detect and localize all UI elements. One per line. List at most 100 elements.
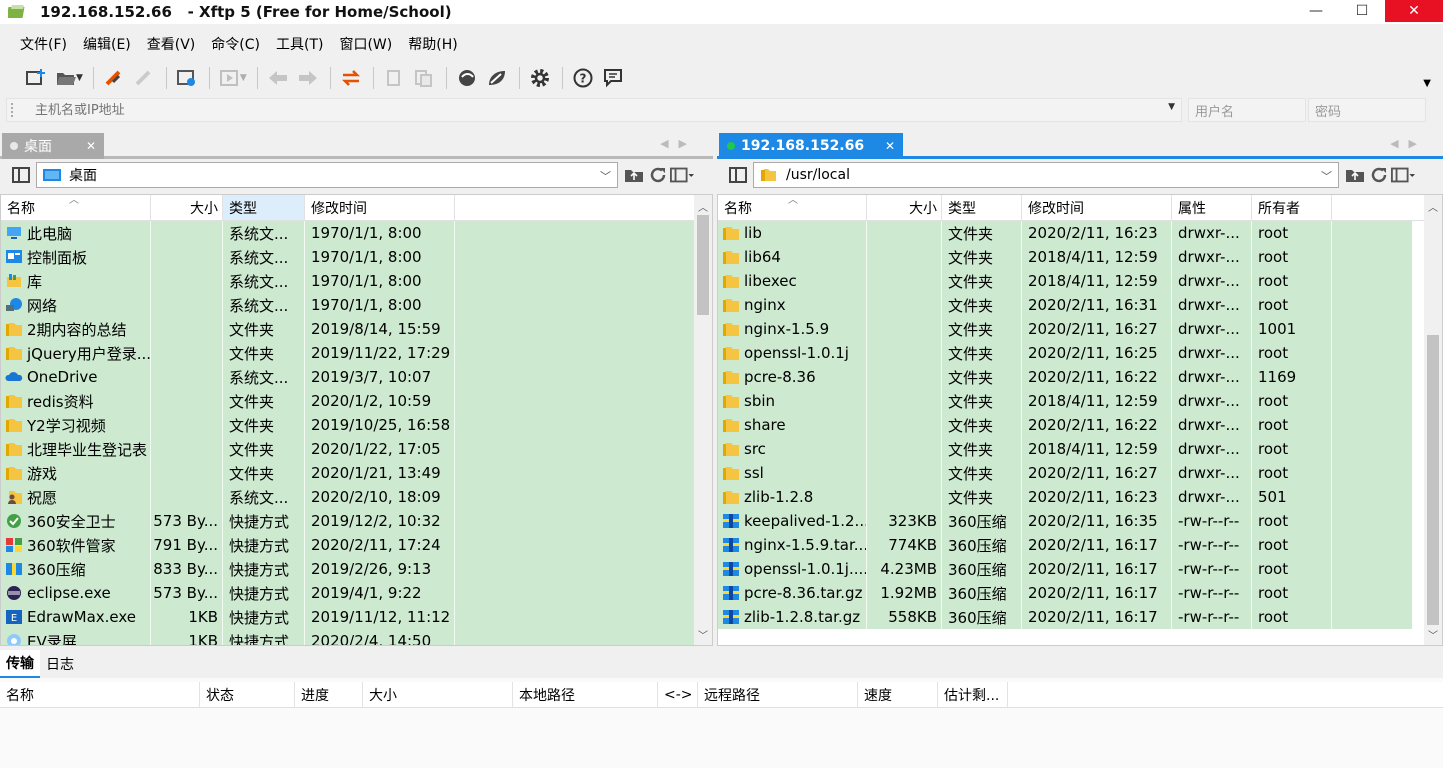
scroll-up-arrow[interactable]: ︿ (694, 197, 712, 215)
remote-path-combobox[interactable]: /usr/local ﹀ (753, 162, 1339, 188)
tab-local-desktop[interactable]: 桌面 ✕ (2, 133, 104, 159)
paste-button[interactable] (410, 64, 438, 92)
file-row[interactable]: ssl 文件夹 2020/2/11, 16:27 drwxr-... root (718, 461, 1412, 485)
file-row[interactable]: 网络 系统文... 1970/1/1, 8:00 (1, 293, 694, 317)
disconnect-button[interactable] (130, 64, 158, 92)
host-input[interactable] (35, 102, 1135, 118)
column-header-remote-path[interactable]: 远程路径 (698, 682, 858, 707)
column-header-eta[interactable]: 估计剩... (938, 682, 1008, 707)
file-row[interactable]: redis资料 文件夹 2020/1/2, 10:59 (1, 389, 694, 413)
column-header-size[interactable]: 大小 (363, 682, 513, 707)
local-path-combobox[interactable]: 桌面 ﹀ (36, 162, 618, 188)
scroll-thumb[interactable] (1427, 335, 1439, 625)
column-header-size[interactable]: 大小 (151, 195, 223, 220)
close-button[interactable]: ✕ (1385, 0, 1443, 22)
file-row[interactable]: lib 文件夹 2020/2/11, 16:23 drwxr-... root (718, 221, 1412, 245)
session-properties-button[interactable] (173, 64, 201, 92)
file-row[interactable]: pcre-8.36 文件夹 2020/2/11, 16:22 drwxr-... 116… (718, 365, 1412, 389)
column-header-status[interactable]: 状态 (200, 682, 295, 707)
column-header-type[interactable]: 类型 (223, 195, 305, 220)
view-mode-button[interactable] (670, 164, 694, 186)
file-row[interactable]: E EdrawMax.exe 1KB 快捷方式 2019/11/12, 11:12 (1, 605, 694, 629)
file-row[interactable]: eclipse.exe 573 By... 快捷方式 2019/4/1, 9:22 (1, 581, 694, 605)
menu-edit[interactable]: 编辑(E) (83, 34, 131, 54)
toggle-panel-icon[interactable] (729, 167, 747, 183)
file-row[interactable]: 控制面板 系统文... 1970/1/1, 8:00 (1, 245, 694, 269)
transfer-dropdown-arrow[interactable]: ▼ (240, 73, 247, 83)
file-row[interactable]: share 文件夹 2020/2/11, 16:22 drwxr-... root (718, 413, 1412, 437)
toolbar-overflow-arrow[interactable]: ▼ (1423, 78, 1431, 89)
local-vertical-scrollbar[interactable]: ︿ ﹀ (694, 195, 712, 645)
menu-help[interactable]: 帮助(H) (408, 34, 457, 54)
file-row[interactable]: 此电脑 系统文... 1970/1/1, 8:00 (1, 221, 694, 245)
remote-vertical-scrollbar[interactable]: ︿ ﹀ (1424, 195, 1442, 645)
file-row[interactable]: 北理毕业生登记表 文件夹 2020/1/22, 17:05 (1, 437, 694, 461)
column-header-progress[interactable]: 进度 (295, 682, 363, 707)
column-header-speed[interactable]: 速度 (858, 682, 938, 707)
file-row[interactable]: 游戏 文件夹 2020/1/21, 13:49 (1, 461, 694, 485)
help-button[interactable]: ? (569, 64, 597, 92)
file-row[interactable]: Y2学习视频 文件夹 2019/10/25, 16:58 (1, 413, 694, 437)
tab-log[interactable]: 日志 (40, 650, 80, 678)
file-row[interactable]: nginx 文件夹 2020/2/11, 16:31 drwxr-... root (718, 293, 1412, 317)
menu-command[interactable]: 命令(C) (211, 34, 260, 54)
file-row[interactable]: lib64 文件夹 2018/4/11, 12:59 drwxr-... root (718, 245, 1412, 269)
tab-remote-session[interactable]: 192.168.152.66 ✕ (719, 133, 903, 159)
back-button[interactable] (264, 64, 292, 92)
copy-button[interactable] (380, 64, 408, 92)
column-header-local-path[interactable]: 本地路径 (513, 682, 658, 707)
tab-transfers[interactable]: 传输 (0, 650, 40, 678)
chevron-down-icon[interactable]: ﹀ (600, 168, 611, 184)
scroll-down-arrow[interactable]: ﹀ (1424, 625, 1442, 643)
file-row[interactable]: jQuery用户登录... 文件夹 2019/11/22, 17:29 (1, 341, 694, 365)
file-row[interactable]: nginx-1.5.9.tar.... 774KB 360压缩 2020/2/11, … (718, 533, 1412, 557)
file-row[interactable]: 360安全卫士 573 By... 快捷方式 2019/12/2, 10:32 (1, 509, 694, 533)
chevron-down-icon[interactable]: ﹀ (1321, 168, 1332, 184)
file-row[interactable]: libexec 文件夹 2018/4/11, 12:59 drwxr-... root (718, 269, 1412, 293)
tab-nav-arrows[interactable]: ◀▶ (660, 137, 697, 150)
scroll-up-arrow[interactable]: ︿ (1424, 197, 1442, 215)
minimize-button[interactable]: — (1293, 0, 1339, 22)
file-row[interactable]: openssl-1.0.1j 文件夹 2020/2/11, 16:25 drwxr-.… (718, 341, 1412, 365)
menu-window[interactable]: 窗口(W) (339, 34, 392, 54)
view-mode-button[interactable] (1391, 164, 1415, 186)
file-row[interactable]: EV录屏 1KB 快捷方式 2020/2/4, 14:50 (1, 629, 694, 645)
menu-view[interactable]: 查看(V) (147, 34, 196, 54)
tab-nav-arrows[interactable]: ◀▶ (1390, 137, 1427, 150)
column-header-modified[interactable]: 修改时间 (305, 195, 455, 220)
column-header-direction[interactable]: <-> (658, 682, 698, 707)
new-session-button[interactable] (22, 64, 50, 92)
file-row[interactable]: keepalived-1.2.... 323KB 360压缩 2020/2/11, 1… (718, 509, 1412, 533)
options-button[interactable] (526, 64, 554, 92)
parent-folder-button[interactable] (1343, 164, 1367, 186)
column-header-type[interactable]: 类型 (942, 195, 1022, 220)
column-header-modified[interactable]: 修改时间 (1022, 195, 1172, 220)
host-dropdown-arrow[interactable]: ▼ (1168, 102, 1175, 112)
file-row[interactable]: zlib-1.2.8.tar.gz 558KB 360压缩 2020/2/11, 16… (718, 605, 1412, 629)
file-row[interactable]: openssl-1.0.1j.... 4.23MB 360压缩 2020/2/11, … (718, 557, 1412, 581)
column-header-size[interactable]: 大小 (867, 195, 942, 220)
username-input[interactable]: 用户名 (1188, 98, 1306, 122)
scroll-thumb[interactable] (697, 215, 709, 315)
file-row[interactable]: 库 系统文... 1970/1/1, 8:00 (1, 269, 694, 293)
refresh-button[interactable] (1367, 164, 1391, 186)
open-button[interactable] (52, 64, 80, 92)
column-header-owner[interactable]: 所有者 (1252, 195, 1332, 220)
xshell-button[interactable] (453, 64, 481, 92)
toggle-panel-icon[interactable] (12, 167, 30, 183)
file-row[interactable]: 祝愿 系统文... 2020/2/10, 18:09 (1, 485, 694, 509)
file-row[interactable]: OneDrive 系统文... 2019/3/7, 10:07 (1, 365, 694, 389)
feedback-button[interactable] (599, 64, 627, 92)
sync-button[interactable] (337, 64, 365, 92)
forward-button[interactable] (294, 64, 322, 92)
file-row[interactable]: src 文件夹 2018/4/11, 12:59 drwxr-... root (718, 437, 1412, 461)
parent-folder-button[interactable] (622, 164, 646, 186)
scroll-down-arrow[interactable]: ﹀ (694, 625, 712, 643)
menu-file[interactable]: 文件(F) (20, 34, 67, 54)
tab-close-icon[interactable]: ✕ (885, 139, 895, 153)
xftp-button[interactable] (483, 64, 511, 92)
column-header-attributes[interactable]: 属性 (1172, 195, 1252, 220)
password-input[interactable]: 密码 (1308, 98, 1426, 122)
column-header-name[interactable]: 名称 (0, 682, 200, 707)
file-row[interactable]: sbin 文件夹 2018/4/11, 12:59 drwxr-... root (718, 389, 1412, 413)
